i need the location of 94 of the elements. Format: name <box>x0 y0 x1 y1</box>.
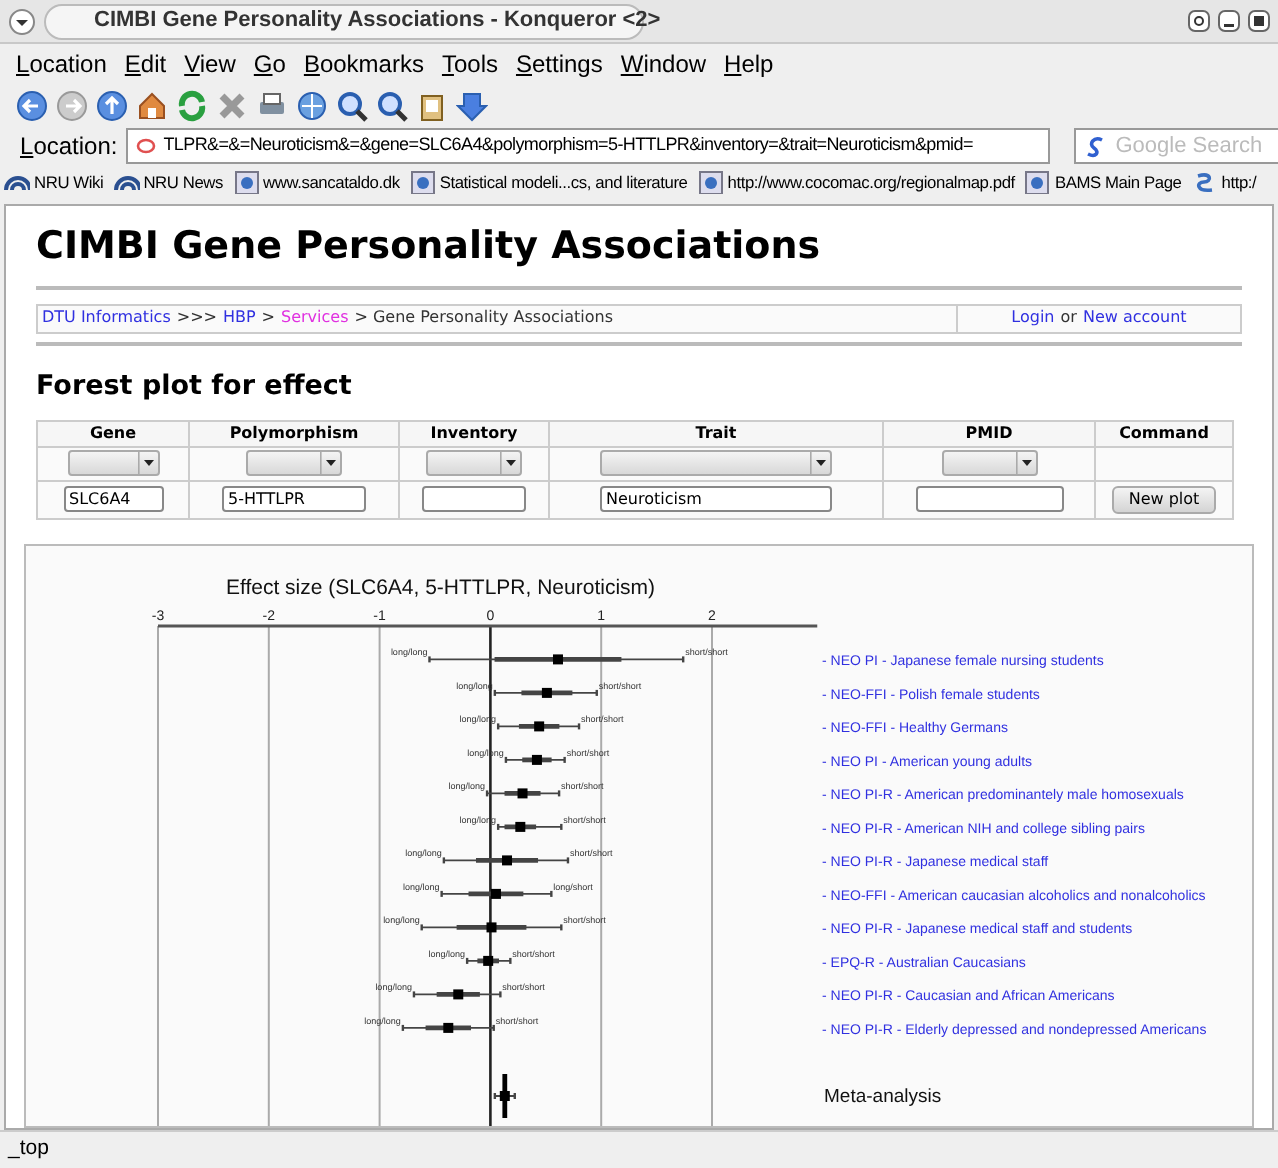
caret-icon <box>137 452 157 475</box>
search-engine-icon <box>1083 134 1108 158</box>
new-plot-button[interactable]: New plot <box>1112 485 1216 514</box>
account-link[interactable]: New account <box>1082 306 1187 330</box>
effect-marker <box>443 1022 454 1033</box>
breadcrumb-separator: > Gene Personality Associations <box>354 306 613 330</box>
effect-marker <box>490 888 501 899</box>
caret-icon <box>320 452 340 475</box>
text-field[interactable]: SLC6A4 <box>63 486 163 513</box>
zoom-out-icon[interactable] <box>376 89 408 121</box>
effect-marker <box>486 921 497 932</box>
bookmark-item[interactable]: BAMS Main Page <box>1024 170 1182 196</box>
breadcrumb-separator: > <box>261 306 275 330</box>
caret-icon <box>810 452 830 475</box>
confidence-interval <box>466 958 512 963</box>
effect-marker <box>502 854 512 865</box>
breadcrumb-separator: >>> <box>176 306 217 330</box>
column-header: Trait <box>550 421 884 448</box>
globe-icon <box>409 170 436 195</box>
confidence-interval <box>401 1025 495 1030</box>
bookmark-item[interactable]: NRU Wiki <box>4 170 104 196</box>
effect-marker <box>553 653 563 664</box>
confidence-interval <box>493 690 598 695</box>
menu-item[interactable]: Go <box>253 46 286 82</box>
arcs-icon <box>4 170 30 195</box>
page-title: CIMBI Gene Personality Associations <box>36 222 823 272</box>
column-header: Gene <box>38 421 190 448</box>
effect-marker <box>515 821 526 832</box>
text-field[interactable] <box>915 486 1063 513</box>
menu-item[interactable]: Settings <box>515 46 603 82</box>
breadcrumb-link[interactable]: HBP <box>222 306 256 330</box>
bookmark-item[interactable]: Statistical modeli...cs, and literature <box>409 170 688 196</box>
meta-analysis-marker <box>499 1090 510 1101</box>
effect-marker <box>517 787 528 798</box>
effect-marker <box>534 720 545 731</box>
caret-icon <box>500 452 520 475</box>
menu-item[interactable]: Bookmarks <box>303 46 424 82</box>
bookmark-item[interactable]: http:/ <box>1191 170 1257 196</box>
link-icon <box>1191 170 1218 195</box>
bookmark-item[interactable]: www.sancataldo.dk <box>233 170 400 196</box>
confidence-interval <box>486 790 560 796</box>
text-field[interactable]: Neuroticism <box>600 486 832 513</box>
house-icon[interactable] <box>136 89 168 121</box>
bookmark-item[interactable]: http://www.cocomac.org/regionalmap.pdf <box>697 170 1015 196</box>
effect-marker <box>453 988 464 999</box>
column-header: Polymorphism <box>190 421 400 448</box>
confidence-interval <box>505 757 566 762</box>
column-header: PMID <box>884 421 1096 448</box>
confidence-interval <box>497 824 563 829</box>
menu-item[interactable]: Edit <box>124 46 167 82</box>
column-header: Command <box>1096 421 1234 448</box>
account-link[interactable]: Login <box>1011 306 1055 330</box>
menu-item[interactable]: Help <box>724 46 774 82</box>
globe-icon <box>1024 170 1051 195</box>
breadcrumb-link[interactable]: DTU Informatics <box>42 306 171 330</box>
text-field[interactable]: 5-HTTLPR <box>222 486 366 513</box>
down-arrow-icon[interactable] <box>456 89 488 121</box>
window-title: CIMBI Gene Personality Associations - Konqueror <2> <box>94 6 661 37</box>
confidence-interval <box>440 891 553 896</box>
text-field[interactable] <box>422 486 526 513</box>
menu-item[interactable]: Location <box>16 46 107 82</box>
confidence-interval <box>497 723 580 729</box>
zoom-in-icon[interactable] <box>336 89 368 121</box>
status-text: _top <box>8 1134 49 1165</box>
help-icon[interactable] <box>1188 10 1210 32</box>
meta-analysis-label: Meta-analysis <box>824 1085 942 1108</box>
globe-icon <box>233 170 260 195</box>
maximize-icon[interactable] <box>1248 10 1270 32</box>
globe-icon[interactable] <box>296 89 328 121</box>
section-title: Forest plot for effect <box>36 367 354 405</box>
reload-icon[interactable] <box>176 89 208 121</box>
arcs-icon <box>113 170 140 195</box>
bookmark-item[interactable]: NRU News <box>113 170 224 196</box>
effect-marker <box>541 687 552 698</box>
effect-marker <box>531 754 542 765</box>
conjunction-text: or <box>1060 306 1077 330</box>
meta-bar <box>502 1073 508 1118</box>
confidence-interval <box>442 857 569 863</box>
column-header: Inventory <box>400 421 550 448</box>
search-field[interactable]: Google Search <box>1073 128 1278 164</box>
caret-icon <box>1015 452 1035 475</box>
confidence-interval <box>420 924 563 930</box>
menu-item[interactable]: Window <box>620 46 707 82</box>
globe-icon <box>697 170 724 195</box>
location-label: Location: <box>20 130 118 164</box>
confidence-interval <box>413 991 502 997</box>
minimize-icon[interactable] <box>1218 10 1240 32</box>
menu-item[interactable]: View <box>184 46 236 82</box>
menu-item[interactable]: Tools <box>441 46 498 82</box>
effect-marker <box>483 955 494 966</box>
breadcrumb-link[interactable]: Services <box>281 306 349 330</box>
url-field[interactable]: TLPR&=&=Neuroticism&=&gene=SLC6A4&polymorphism=5-HTTLPR&inventory=&trait=Neuroticism&pmid= <box>125 128 1050 164</box>
chart-title: Effect size (SLC6A4, 5-HTTLPR, Neuroticism) <box>226 575 656 600</box>
window-menu-icon[interactable] <box>8 7 36 35</box>
